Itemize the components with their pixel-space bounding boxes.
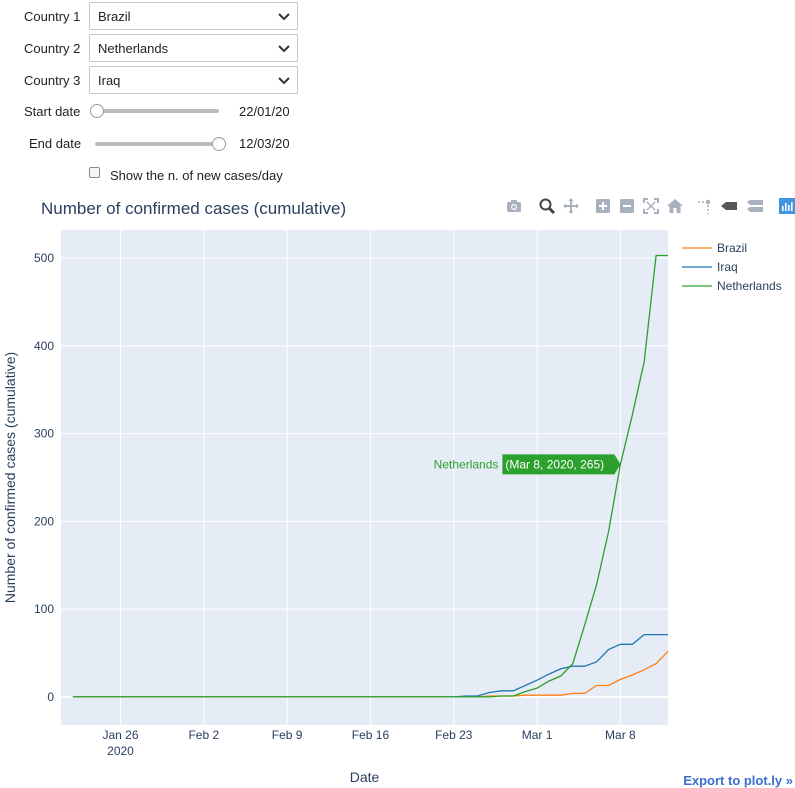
chevron-down-icon [278, 77, 290, 85]
end-date-value: 12/03/20 [239, 136, 290, 151]
country2-select[interactable]: Netherlands [89, 34, 298, 62]
hover-value-text: (Mar 8, 2020, 265) [505, 457, 604, 471]
start-date-slider-track[interactable] [95, 109, 219, 113]
y-axis-title: Number of confirmed cases (cumulative) [2, 352, 18, 603]
country3-select[interactable]: Iraq [89, 66, 298, 94]
x-tick-year-label: 2020 [107, 744, 134, 758]
y-tick-label: 400 [34, 339, 54, 353]
confirmed-cases-chart: Number of confirmed cases (cumulative) 0… [2, 199, 782, 785]
country3-label: Country 3 [24, 73, 81, 88]
country1-value: Brazil [98, 8, 131, 24]
x-tick-label: Feb 23 [435, 728, 473, 742]
hover-series-label: Netherlands [434, 457, 499, 471]
new-cases-checkbox-label: Show the n. of new cases/day [110, 168, 283, 183]
country2-value: Netherlands [98, 40, 169, 56]
chart-title: Number of confirmed cases (cumulative) [41, 199, 346, 218]
x-tick-label: Feb 9 [272, 728, 303, 742]
x-tick-label: Feb 16 [352, 728, 390, 742]
x-tick-label: Feb 2 [188, 728, 219, 742]
country2-label: Country 2 [24, 41, 81, 56]
chevron-down-icon [278, 13, 290, 21]
legend-item-label: Iraq [717, 260, 738, 274]
country3-value: Iraq [98, 72, 121, 88]
start-date-slider-thumb[interactable] [90, 104, 104, 118]
legend-item-label: Netherlands [717, 279, 782, 293]
chevron-down-icon [278, 45, 290, 53]
new-cases-checkbox[interactable] [89, 167, 100, 178]
export-to-plotly-link[interactable]: Export to plot.ly » [683, 773, 793, 788]
x-tick-label: Mar 8 [605, 728, 636, 742]
hover-tooltip: (Mar 8, 2020, 265) Netherlands [434, 454, 621, 475]
y-tick-label: 500 [34, 251, 54, 265]
y-tick-label: 200 [34, 514, 54, 528]
end-date-slider-track[interactable] [95, 142, 219, 146]
y-tick-label: 100 [34, 602, 54, 616]
x-tick-label: Jan 26 [102, 728, 138, 742]
y-tick-label: 300 [34, 427, 54, 441]
end-date-label: End date [29, 136, 82, 151]
y-axis-ticks: 0 100 200 300 400 500 [34, 251, 54, 704]
x-tick-label: Mar 1 [522, 728, 553, 742]
y-tick-label: 0 [47, 690, 54, 704]
legend-item-label: Brazil [717, 241, 747, 255]
legend[interactable]: Brazil Iraq Netherlands [682, 241, 782, 293]
country1-select[interactable]: Brazil [89, 2, 298, 30]
country1-label: Country 1 [24, 9, 81, 24]
x-axis-title: Date [350, 769, 380, 785]
start-date-label: Start date [24, 104, 81, 119]
start-date-value: 22/01/20 [239, 104, 290, 119]
end-date-slider-thumb[interactable] [212, 137, 226, 151]
x-axis-ticks: Jan 26 2020 Feb 2 Feb 9 Feb 16 Feb 23 Mar 1 Mar… [102, 728, 636, 758]
